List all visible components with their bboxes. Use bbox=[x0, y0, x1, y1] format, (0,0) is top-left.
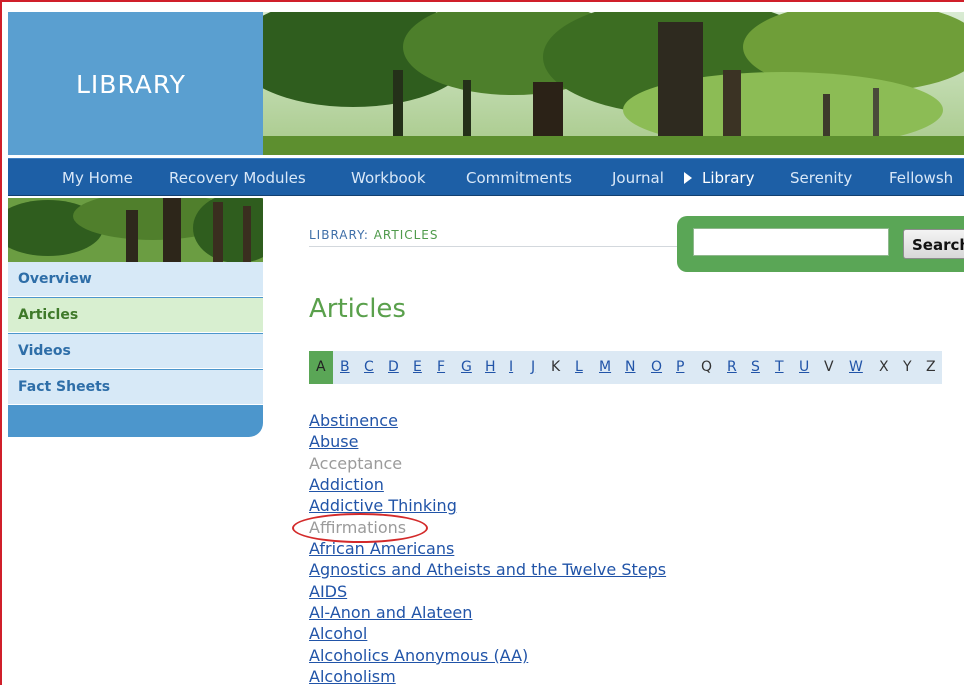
letter-e-link[interactable]: E bbox=[413, 359, 422, 375]
alphabet-filter-bar: A B C D E F G H I J K L M N O P Q R S T … bbox=[309, 351, 942, 384]
article-link-abuse[interactable]: Abuse bbox=[309, 432, 358, 452]
library-title: LIBRARY bbox=[76, 70, 186, 99]
breadcrumb-divider bbox=[309, 246, 679, 247]
letter-u-link[interactable]: U bbox=[799, 359, 809, 375]
breadcrumb-current: ARTICLES bbox=[373, 228, 439, 242]
letter-f-link[interactable]: F bbox=[437, 359, 445, 375]
breadcrumb: LIBRARY: ARTICLES bbox=[309, 228, 439, 242]
letter-z: Z bbox=[926, 359, 936, 375]
nav-workbook[interactable]: Workbook bbox=[351, 169, 426, 187]
sidebar-item-videos[interactable]: Videos bbox=[8, 334, 263, 369]
search-button[interactable]: Search bbox=[903, 229, 964, 259]
letter-t-link[interactable]: T bbox=[775, 359, 784, 375]
letter-g-link[interactable]: G bbox=[461, 359, 472, 375]
library-header-panel: LIBRARY bbox=[8, 12, 263, 155]
letter-s-link[interactable]: S bbox=[751, 359, 760, 375]
sidebar-item-fact-sheets[interactable]: Fact Sheets bbox=[8, 370, 263, 405]
article-link-al-anon-alateen[interactable]: Al-Anon and Alateen bbox=[309, 603, 472, 623]
letter-l-link[interactable]: L bbox=[575, 359, 583, 375]
main-navigation-bar: My Home Recovery Modules Workbook Commit… bbox=[8, 158, 964, 196]
article-link-alcoholism[interactable]: Alcoholism bbox=[309, 667, 396, 685]
search-input[interactable] bbox=[693, 228, 889, 256]
page-title: Articles bbox=[309, 294, 406, 324]
letter-k: K bbox=[551, 359, 561, 375]
library-sidebar: Overview Articles Videos Fact Sheets bbox=[8, 262, 263, 437]
sidebar-item-overview[interactable]: Overview bbox=[8, 262, 263, 297]
letter-c-link[interactable]: C bbox=[364, 359, 374, 375]
nav-library[interactable]: Library bbox=[702, 169, 754, 187]
sidebar-forest-image bbox=[8, 198, 263, 262]
letter-x: X bbox=[879, 359, 889, 375]
forest-banner-svg bbox=[263, 12, 964, 155]
letter-d-link[interactable]: D bbox=[388, 359, 399, 375]
article-link-alcohol[interactable]: Alcohol bbox=[309, 624, 367, 644]
letter-h-link[interactable]: H bbox=[485, 359, 496, 375]
letter-r-link[interactable]: R bbox=[727, 359, 737, 375]
sidebar-item-articles[interactable]: Articles bbox=[8, 298, 263, 333]
article-link-alcoholics-anonymous[interactable]: Alcoholics Anonymous (AA) bbox=[309, 646, 528, 666]
letter-o-link[interactable]: O bbox=[651, 359, 662, 375]
active-nav-arrow-icon bbox=[684, 172, 692, 184]
letter-a-selected[interactable]: A bbox=[309, 351, 333, 384]
letter-j-link[interactable]: J bbox=[531, 359, 535, 375]
article-link-abstinence[interactable]: Abstinence bbox=[309, 411, 398, 431]
affirmations-highlight-annotation bbox=[292, 513, 428, 543]
letter-q: Q bbox=[701, 359, 713, 375]
letter-n-link[interactable]: N bbox=[625, 359, 635, 375]
nav-my-home[interactable]: My Home bbox=[62, 169, 133, 187]
letter-m-link[interactable]: M bbox=[599, 359, 611, 375]
nav-journal[interactable]: Journal bbox=[612, 169, 664, 187]
nav-fellowship[interactable]: Fellowsh bbox=[889, 169, 953, 187]
article-acceptance-disabled: Acceptance bbox=[309, 454, 403, 473]
article-link-aids[interactable]: AIDS bbox=[309, 582, 347, 602]
nav-commitments[interactable]: Commitments bbox=[466, 169, 572, 187]
letter-y: Y bbox=[903, 359, 912, 375]
letter-p-link[interactable]: P bbox=[676, 359, 684, 375]
letter-v: V bbox=[824, 359, 834, 375]
search-panel: Search bbox=[677, 216, 964, 272]
article-link-addiction[interactable]: Addiction bbox=[309, 475, 384, 495]
nav-serenity[interactable]: Serenity bbox=[790, 169, 852, 187]
nav-recovery-modules[interactable]: Recovery Modules bbox=[169, 169, 306, 187]
breadcrumb-section[interactable]: LIBRARY: bbox=[309, 228, 374, 242]
forest-banner-image bbox=[263, 12, 964, 155]
letter-i-link[interactable]: I bbox=[509, 359, 513, 375]
sidebar-forest-svg bbox=[8, 198, 263, 262]
letter-b-link[interactable]: B bbox=[340, 359, 350, 375]
letter-w-link[interactable]: W bbox=[849, 359, 863, 375]
article-link-agnostics-atheists[interactable]: Agnostics and Atheists and the Twelve St… bbox=[309, 560, 666, 580]
